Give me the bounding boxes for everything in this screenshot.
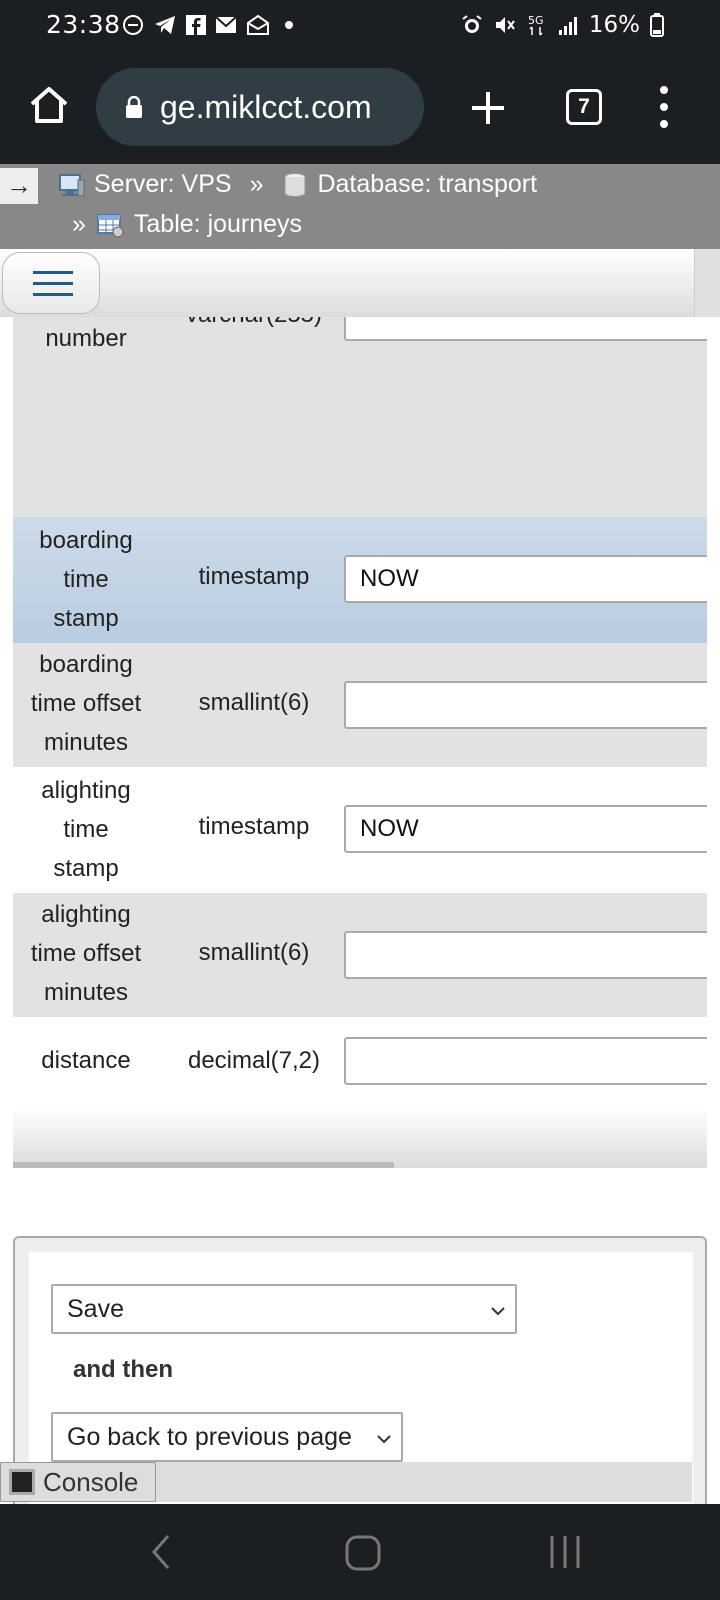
table-row: alighting time stamp timestamp NOW [13, 767, 707, 893]
mail-icon [215, 16, 237, 33]
field-name: alighting time stamp [13, 771, 159, 888]
chevron-down-icon [491, 1307, 505, 1316]
table-icon [96, 213, 124, 237]
console-label: Console [43, 1466, 139, 1497]
field-value-input[interactable]: NOW [344, 555, 707, 603]
field-name: distance [41, 1047, 131, 1074]
status-time: 23:38 [46, 10, 121, 39]
url-bar[interactable]: ge.miklcct.com [96, 68, 424, 146]
dot-icon [285, 21, 293, 29]
action-select-value: Save [67, 1295, 124, 1323]
telegram-icon [155, 16, 175, 34]
home-nav-icon[interactable] [344, 1534, 382, 1572]
new-tab-icon[interactable] [468, 88, 508, 128]
breadcrumb: → Server: VPS » Database: transport » Ta… [0, 164, 720, 249]
breadcrumb-database[interactable]: Database: transport [317, 170, 537, 199]
breadcrumb-line-2: » Table: journeys [72, 210, 302, 239]
field-value-input[interactable] [344, 931, 707, 979]
insert-fields-table: number varchar(255) boarding time stamp … [13, 317, 707, 1108]
field-name-line: stamp [53, 605, 119, 632]
mail-open-icon [247, 14, 269, 35]
field-value-input[interactable] [344, 681, 707, 729]
field-type: timestamp [198, 563, 310, 590]
table-footer [13, 1108, 707, 1168]
android-nav-bar [0, 1504, 720, 1600]
chevron-down-icon [377, 1435, 391, 1444]
breadcrumb-separator: » [72, 210, 86, 238]
server-icon [59, 173, 85, 196]
dnd-icon [123, 15, 143, 35]
system-icons: 5G 16% [461, 12, 664, 38]
signal-icon [558, 17, 577, 35]
field-type: varchar(255) [159, 317, 349, 329]
breadcrumb-line-1: Server: VPS » Database: transport [58, 170, 537, 199]
menu-bar-edge [694, 249, 720, 317]
svg-text:5G: 5G [528, 14, 544, 27]
navigation-toggle-arrow[interactable]: → [0, 168, 38, 204]
field-name-line: stamp [53, 855, 119, 882]
field-name-line: boarding [39, 651, 133, 678]
field-name-line: minutes [43, 729, 129, 756]
facebook-icon [186, 15, 206, 35]
browser-toolbar: ge.miklcct.com 7 [0, 54, 720, 164]
5g-icon: 5G [528, 14, 544, 36]
field-name: boarding time offset minutes [13, 645, 159, 762]
field-value-input[interactable]: NOW [344, 805, 707, 853]
tab-switcher-button[interactable]: 7 [566, 89, 602, 125]
field-value-input[interactable] [344, 1037, 707, 1085]
top-menu-bar [0, 249, 694, 317]
console-toggle[interactable]: Console [0, 1462, 156, 1502]
field-value-input[interactable] [344, 317, 707, 341]
field-name-line: boarding [39, 527, 133, 554]
url-text: ge.miklcct.com [160, 88, 372, 125]
battery-icon [650, 13, 664, 37]
field-name-line: time [63, 816, 109, 843]
breadcrumb-separator: » [249, 170, 264, 198]
action-select[interactable]: Save [51, 1284, 517, 1334]
after-insert-select-value: Go back to previous page [67, 1423, 352, 1451]
table-row: boarding time stamp timestamp NOW [13, 517, 707, 643]
field-type: decimal(7,2) [187, 1047, 321, 1074]
database-icon [284, 172, 306, 197]
field-name-line: minutes [43, 979, 129, 1006]
table-row: alighting time offset minutes smallint(6… [13, 893, 707, 1017]
after-insert-select[interactable]: Go back to previous page [51, 1412, 403, 1462]
breadcrumb-table[interactable]: Table: journeys [134, 210, 302, 239]
lock-icon [126, 96, 142, 118]
console-bar: Console [0, 1462, 692, 1502]
console-icon [9, 1469, 35, 1495]
breadcrumb-server[interactable]: Server: VPS [94, 170, 232, 199]
field-name-line: time offset [30, 940, 142, 967]
recents-icon[interactable] [548, 1534, 582, 1570]
field-name-line: alighting [41, 777, 131, 804]
overflow-menu-icon[interactable] [656, 84, 672, 130]
battery-percent: 16% [588, 12, 640, 38]
back-icon[interactable] [148, 1532, 172, 1572]
and-then-label: and then [73, 1356, 173, 1383]
table-row: boarding time offset minutes smallint(6) [13, 643, 707, 767]
field-name: alighting time offset minutes [13, 895, 159, 1012]
field-name: number [45, 325, 127, 352]
horizontal-scrollbar[interactable] [13, 1162, 394, 1168]
field-name-line: alighting [41, 901, 131, 928]
field-type: timestamp [198, 813, 310, 840]
table-row: distance decimal(7,2) [13, 1017, 707, 1108]
table-row: number varchar(255) [13, 317, 707, 517]
field-name-line: time [63, 566, 109, 593]
hamburger-menu-button[interactable] [2, 252, 100, 314]
field-type: smallint(6) [198, 689, 310, 716]
mute-icon [495, 17, 515, 33]
alarm-icon [462, 15, 482, 33]
status-bar: 23:38 5G 16% [0, 0, 720, 54]
field-type: smallint(6) [198, 939, 310, 966]
home-icon[interactable] [28, 84, 70, 126]
field-name-line: time offset [30, 690, 142, 717]
field-name: boarding time stamp [13, 521, 159, 638]
notification-icons [122, 14, 299, 36]
